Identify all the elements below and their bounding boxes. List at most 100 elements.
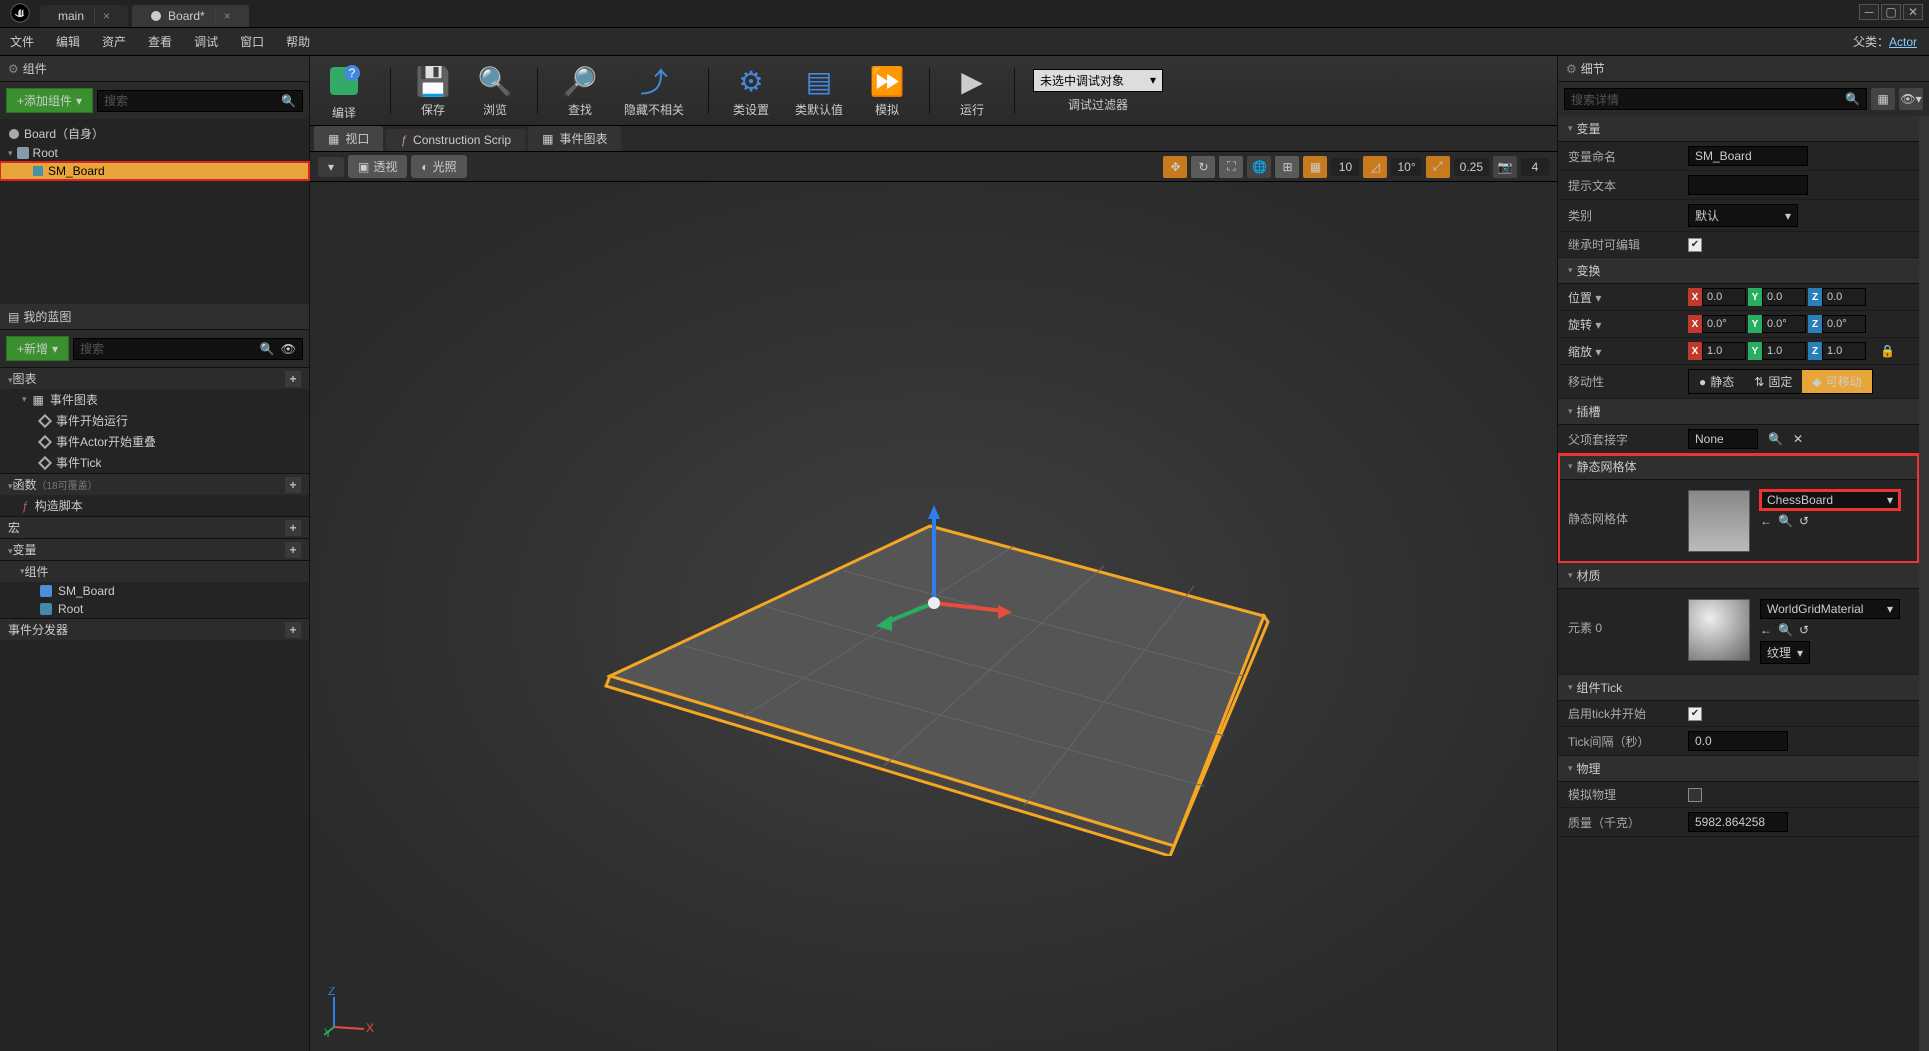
details-scrollbar[interactable] xyxy=(1919,116,1929,1051)
browse-icon[interactable]: 🔍 xyxy=(1778,514,1793,528)
add-new-button[interactable]: +新增▾ xyxy=(6,336,69,361)
lit-mode-button[interactable]: ◐光照 xyxy=(411,155,466,178)
tab-main[interactable]: main× xyxy=(40,5,128,27)
menu-view[interactable]: 查看 xyxy=(148,33,172,50)
material-dropdown[interactable]: WorldGridMaterial▾ xyxy=(1760,599,1900,619)
menu-asset[interactable]: 资产 xyxy=(102,33,126,50)
variables-components[interactable]: ▾组件 xyxy=(0,560,309,582)
simulate-button[interactable]: ⏩模拟 xyxy=(863,59,911,122)
menu-file[interactable]: 文件 xyxy=(10,33,34,50)
event-beginplay[interactable]: 事件开始运行 xyxy=(0,410,309,431)
parent-class-link[interactable]: Actor xyxy=(1889,35,1917,49)
menu-edit[interactable]: 编辑 xyxy=(56,33,80,50)
details-search-input[interactable]: 搜索详情🔍 xyxy=(1564,88,1867,110)
tab-event-graph[interactable]: ▦事件图表 xyxy=(528,126,621,151)
section-macros[interactable]: 宏+ xyxy=(0,516,309,538)
eventgraph-item[interactable]: ▾▦事件图表 xyxy=(0,389,309,410)
grid-size[interactable]: 10 xyxy=(1331,158,1359,176)
class-settings-button[interactable]: ⚙类设置 xyxy=(727,59,775,122)
save-button[interactable]: 💾保存 xyxy=(409,59,457,122)
find-button[interactable]: 🔎查找 xyxy=(556,59,604,122)
debug-object-dropdown[interactable]: 未选中调试对象▾ xyxy=(1033,69,1163,92)
var-sm-board[interactable]: SM_Board xyxy=(0,582,309,600)
eye-icon[interactable]: 👁 xyxy=(281,342,296,356)
use-selected-icon[interactable]: ← xyxy=(1760,514,1772,528)
socket-value[interactable]: None xyxy=(1688,429,1758,449)
texture-dropdown[interactable]: 纹理▾ xyxy=(1760,641,1810,664)
add-graph-button[interactable]: + xyxy=(285,371,301,387)
transform-gizmo[interactable] xyxy=(854,503,1014,663)
class-defaults-button[interactable]: ▤类默认值 xyxy=(789,59,849,122)
use-selected-icon[interactable]: ← xyxy=(1760,623,1772,637)
scale-snap-button[interactable]: ⤢ xyxy=(1426,156,1450,178)
section-functions[interactable]: ▾函数（18可覆盖）+ xyxy=(0,473,309,495)
reset-icon[interactable]: ↺ xyxy=(1799,623,1809,637)
coord-space-button[interactable]: 🌐 xyxy=(1247,156,1271,178)
snap-grid-button[interactable]: ⊞ xyxy=(1275,156,1299,178)
section-materials[interactable]: ▾材质 xyxy=(1558,563,1919,589)
search-icon[interactable]: 🔍 xyxy=(1768,432,1783,446)
event-tick[interactable]: 事件Tick xyxy=(0,452,309,473)
components-search-input[interactable]: 搜索🔍 xyxy=(97,90,303,112)
mass-input[interactable] xyxy=(1688,812,1788,832)
tooltip-input[interactable] xyxy=(1688,175,1808,195)
menu-debug[interactable]: 调试 xyxy=(194,33,218,50)
mesh-dropdown[interactable]: ChessBoard▾ xyxy=(1760,490,1900,510)
component-root[interactable]: ▾Root xyxy=(0,144,309,162)
viewport-3d[interactable]: Z X Y xyxy=(310,182,1557,1051)
section-transform[interactable]: ▾变换 xyxy=(1558,258,1919,284)
browse-button[interactable]: 🔍浏览 xyxy=(471,59,519,122)
inherit-checkbox[interactable]: ✔ xyxy=(1688,238,1702,252)
angle-value[interactable]: 10° xyxy=(1391,158,1421,176)
tick-enable-checkbox[interactable]: ✔ xyxy=(1688,707,1702,721)
var-root[interactable]: Root xyxy=(0,600,309,618)
mobility-selector[interactable]: ●静态 ⇅固定 ◆可移动 xyxy=(1688,369,1873,394)
mesh-thumbnail[interactable] xyxy=(1688,490,1750,552)
section-static-mesh[interactable]: ▾静态网格体 xyxy=(1558,454,1919,480)
menu-help[interactable]: 帮助 xyxy=(286,33,310,50)
play-button[interactable]: ▶运行 xyxy=(948,59,996,122)
grid-button[interactable]: ▦ xyxy=(1303,156,1327,178)
construction-script-item[interactable]: ƒ构造脚本 xyxy=(0,495,309,516)
maximize-button[interactable]: ▢ xyxy=(1881,4,1901,20)
rotation-xyz[interactable]: X0.0° Y0.0° Z0.0° xyxy=(1688,315,1866,333)
section-physics[interactable]: ▾物理 xyxy=(1558,756,1919,782)
viewport-options-button[interactable]: ▾ xyxy=(318,157,344,177)
location-xyz[interactable]: X0.0 Y0.0 Z0.0 xyxy=(1688,288,1866,306)
view-options-button[interactable]: 👁▾ xyxy=(1899,88,1923,110)
event-overlap[interactable]: 事件Actor开始重叠 xyxy=(0,431,309,452)
section-variables[interactable]: ▾变量+ xyxy=(0,538,309,560)
scale-snap-value[interactable]: 0.25 xyxy=(1454,158,1489,176)
tab-viewport[interactable]: ▦视口 xyxy=(314,126,383,151)
camera-speed-button[interactable]: 📷 xyxy=(1493,156,1517,178)
camera-speed-value[interactable]: 4 xyxy=(1521,158,1549,176)
reset-icon[interactable]: ✕ xyxy=(1793,432,1803,446)
section-graphs[interactable]: ▾图表+ xyxy=(0,367,309,389)
translate-gizmo-button[interactable]: ✥ xyxy=(1163,156,1187,178)
myblueprint-search-input[interactable]: 搜索🔍👁 xyxy=(73,338,303,360)
tab-construction-script[interactable]: ƒConstruction Scrip xyxy=(386,129,525,151)
var-name-input[interactable] xyxy=(1688,146,1808,166)
perspective-button[interactable]: ▣透视 xyxy=(348,155,407,178)
reset-icon[interactable]: ↺ xyxy=(1799,514,1809,528)
expand-icon[interactable]: ▾ xyxy=(8,148,13,159)
hide-button[interactable]: ⤴隐藏不相关 xyxy=(618,59,690,122)
add-macro-button[interactable]: + xyxy=(285,520,301,536)
section-variable[interactable]: ▾变量 xyxy=(1558,116,1919,142)
section-component-tick[interactable]: ▾组件Tick xyxy=(1558,675,1919,701)
lock-scale-icon[interactable]: 🔒 xyxy=(1880,344,1895,358)
simulate-physics-checkbox[interactable] xyxy=(1688,788,1702,802)
add-component-button[interactable]: +添加组件▾ xyxy=(6,88,93,113)
component-sm-board[interactable]: SM_Board xyxy=(0,162,309,180)
close-button[interactable]: ✕ xyxy=(1903,4,1923,20)
property-matrix-button[interactable]: ▦ xyxy=(1871,88,1895,110)
section-socket[interactable]: ▾插槽 xyxy=(1558,399,1919,425)
menu-window[interactable]: 窗口 xyxy=(240,33,264,50)
add-dispatcher-button[interactable]: + xyxy=(285,622,301,638)
section-dispatchers[interactable]: 事件分发器+ xyxy=(0,618,309,640)
browse-icon[interactable]: 🔍 xyxy=(1778,623,1793,637)
component-self[interactable]: Board（自身） xyxy=(0,123,309,144)
tick-interval-input[interactable] xyxy=(1688,731,1788,751)
add-function-button[interactable]: + xyxy=(285,477,301,493)
rotate-gizmo-button[interactable]: ↻ xyxy=(1191,156,1215,178)
